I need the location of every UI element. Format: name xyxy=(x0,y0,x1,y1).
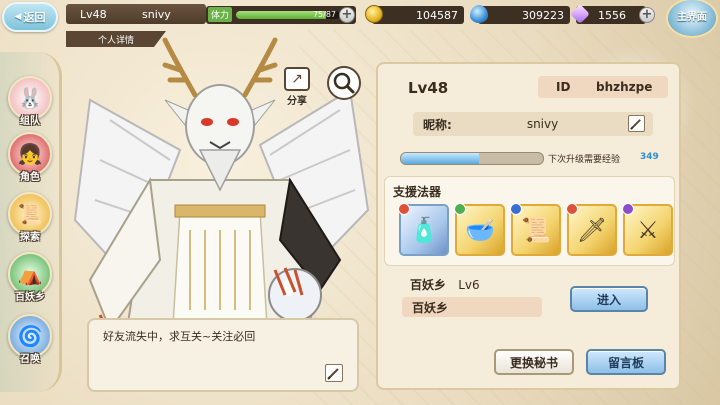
exp-bar xyxy=(400,152,544,165)
support-item-5[interactable]: ⚔ xyxy=(622,203,673,256)
pencil-icon xyxy=(630,119,641,130)
left-nav: 🐰 组队 👧 角色 📜 探索 ⛺ 百妖乡 🌀 召唤 xyxy=(0,52,62,392)
gem-icon xyxy=(622,203,634,215)
jade-bowl-icon: 🥣 xyxy=(465,216,495,244)
gem-icon xyxy=(398,203,410,215)
gem-icon xyxy=(454,203,466,215)
perfume-bottle-icon: 🧴 xyxy=(409,216,439,244)
add-stamina-button[interactable]: + xyxy=(339,7,355,23)
top-bar: ◀ 返回 Lv48 snivy 个人详情 体力 75/87 + 104587 3… xyxy=(0,0,720,47)
nav-item-summon[interactable]: 🌀 召唤 xyxy=(6,314,54,370)
gold-coin-icon xyxy=(365,5,383,23)
id-label: ID xyxy=(556,80,571,94)
change-secretary-button[interactable]: 更换秘书 xyxy=(494,349,574,375)
support-item-4[interactable]: 🗡 xyxy=(566,203,617,256)
dragon-blade-icon: ⚔ xyxy=(637,216,659,244)
club-name-field: 百妖乡 xyxy=(402,297,542,317)
nav-item-explore[interactable]: 📜 探索 xyxy=(6,192,54,248)
nav-label-summon: 召唤 xyxy=(20,354,40,365)
player-name: snivy xyxy=(142,7,171,21)
nav-item-village[interactable]: ⛺ 百妖乡 xyxy=(6,252,54,308)
water-display: 309223 xyxy=(478,6,570,24)
share-icon: ↗ xyxy=(284,67,310,91)
signature-text: 好友流失中，求互关~关注必回 xyxy=(103,330,256,343)
exp-label: 下次升级需要经验 xyxy=(548,155,621,165)
player-info: Lv48 snivy xyxy=(66,4,206,24)
back-label: 返回 xyxy=(23,11,46,24)
nav-label-village: 百妖乡 xyxy=(15,292,45,303)
crystal-value: 1556 xyxy=(598,8,626,22)
player-id-field: ID bhzhzpe xyxy=(538,76,668,98)
magnifier-icon xyxy=(333,72,355,94)
add-crystal-button[interactable]: + xyxy=(639,7,655,23)
scroll-icon: 📜 xyxy=(521,216,551,244)
exp-value: 349 xyxy=(640,152,659,162)
club-level: Lv6 xyxy=(458,278,480,292)
enter-club-button[interactable]: 进入 xyxy=(570,286,648,312)
water-drop-icon xyxy=(470,5,488,23)
edit-signature-button[interactable] xyxy=(325,364,343,382)
gold-value: 104587 xyxy=(416,8,458,22)
nav-label-team: 组队 xyxy=(20,116,40,127)
profile-level: Lv48 xyxy=(408,79,449,97)
nav-item-team[interactable]: 🐰 组队 xyxy=(6,76,54,132)
gold-display: 104587 xyxy=(372,6,464,24)
main-menu-label: 主界面 xyxy=(677,12,707,23)
support-item-2[interactable]: 🥣 xyxy=(454,203,505,256)
edit-nickname-button[interactable] xyxy=(628,115,645,132)
support-items-section: 支援法器 🧴 🥣 📜 🗡 ⚔ xyxy=(384,176,675,266)
water-value: 309223 xyxy=(522,8,564,22)
support-item-3[interactable]: 📜 xyxy=(510,203,561,256)
stamina-label: 体力 xyxy=(208,7,233,22)
zoom-button[interactable] xyxy=(327,66,361,100)
support-item-1[interactable]: 🧴 xyxy=(398,203,449,256)
nav-label-character: 角色 xyxy=(20,172,40,183)
nickname-field: 昵称: snivy xyxy=(413,112,653,136)
id-value: bhzhzpe xyxy=(596,80,653,94)
exp-fill xyxy=(401,153,480,164)
nav-item-character[interactable]: 👧 角色 xyxy=(6,132,54,188)
message-board-button[interactable]: 留言板 xyxy=(586,349,666,375)
stamina-display: 体力 75/87 xyxy=(206,6,356,24)
pencil-icon xyxy=(327,368,339,380)
gem-icon xyxy=(510,203,522,215)
signature-box: 好友流失中，求互关~关注必回 xyxy=(87,318,359,392)
share-button[interactable]: ↗ 分享 xyxy=(281,67,313,107)
support-title: 支援法器 xyxy=(393,185,442,199)
back-arrow-icon: ◀ xyxy=(14,12,22,22)
club-info: 百妖乡 Lv6 xyxy=(410,276,480,293)
stamina-value: 75/87 xyxy=(312,10,336,19)
player-level: Lv48 xyxy=(80,7,107,21)
profile-panel: Lv48 ID bhzhzpe 昵称: snivy 下次升级需要经验 349 支… xyxy=(376,62,681,390)
nickname-label: 昵称: xyxy=(423,117,452,132)
club-name: 百妖乡 xyxy=(410,278,447,292)
share-label: 分享 xyxy=(287,96,307,107)
nickname-value: snivy xyxy=(526,117,559,131)
golden-sword-icon: 🗡 xyxy=(576,216,608,244)
back-button[interactable]: ◀ 返回 xyxy=(2,2,58,32)
gem-icon xyxy=(566,203,578,215)
nav-label-explore: 探索 xyxy=(20,232,40,243)
